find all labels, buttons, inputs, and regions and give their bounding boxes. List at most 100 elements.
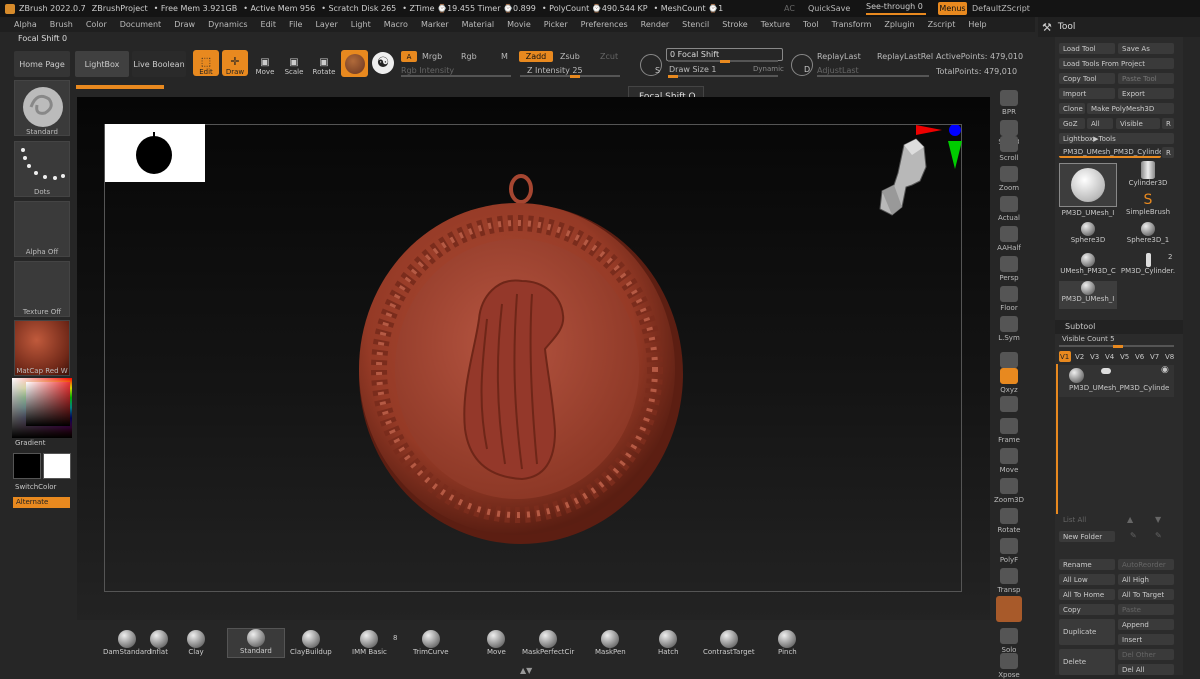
menu-brush[interactable]: Brush <box>50 20 73 29</box>
subtool-item[interactable]: ◉ PM3D_UMesh_PM3D_Cylinde <box>1059 365 1174 397</box>
rotate-mode-button[interactable]: ▣ Rotate <box>311 50 337 76</box>
r-button[interactable]: R <box>1162 118 1174 129</box>
version-v6[interactable]: V6 <box>1134 351 1146 362</box>
brush-clay[interactable]: Clay <box>187 630 205 656</box>
delete-button[interactable]: Delete <box>1059 649 1115 675</box>
menu-stroke[interactable]: Stroke <box>722 20 748 29</box>
brush-hatch[interactable]: Hatch <box>658 630 679 656</box>
shelf-bpr[interactable]: BPR <box>994 82 1024 116</box>
arrow-down-icon[interactable]: ▼ <box>1155 515 1161 524</box>
canvas-viewport[interactable] <box>77 97 990 620</box>
secondary-color-swatch[interactable] <box>43 453 71 479</box>
draw-size-slider[interactable]: Draw Size 1 <box>669 65 717 74</box>
brush-contrasttarget[interactable]: ContrastTarget <box>703 630 755 656</box>
shelf-zoom3d[interactable]: Zoom3D <box>994 470 1024 504</box>
quicksave-button[interactable]: QuickSave <box>808 4 850 13</box>
brush-imm-basic[interactable]: IMM Basic <box>352 630 387 656</box>
alternate-button[interactable]: Alternate <box>13 497 70 508</box>
save-as-button[interactable]: Save As <box>1118 43 1174 54</box>
default-zscript-button[interactable]: DefaultZScript <box>972 4 1030 13</box>
menu-preferences[interactable]: Preferences <box>581 20 628 29</box>
shelf-ghost[interactable] <box>994 590 1024 624</box>
home-page-button[interactable]: Home Page <box>14 51 70 77</box>
paint-icon[interactable]: ✎ <box>1130 531 1137 540</box>
menu-edit[interactable]: Edit <box>261 20 277 29</box>
shelf-floor[interactable]: Floor <box>994 278 1024 312</box>
rgb-toggle[interactable]: Rgb <box>461 52 477 61</box>
tool-thumb-simplebrush[interactable]: S SimpleBrush <box>1119 192 1177 220</box>
load-tool-button[interactable]: Load Tool <box>1059 43 1115 54</box>
polypaint-toggle-icon[interactable] <box>1101 368 1111 374</box>
make-polymesh-button[interactable]: Make PolyMesh3D <box>1087 103 1174 114</box>
navigator-thumbnail[interactable] <box>105 124 205 182</box>
zsub-toggle[interactable]: Zsub <box>560 52 580 61</box>
version-v1[interactable]: V1 <box>1059 351 1071 362</box>
zadd-toggle[interactable]: Zadd <box>519 51 553 62</box>
menu-tool[interactable]: Tool <box>803 20 819 29</box>
scale-mode-button[interactable]: ▣ Scale <box>281 50 307 76</box>
s-space-icon[interactable]: S <box>640 54 662 76</box>
shelf-scroll[interactable]: Scroll <box>994 128 1024 162</box>
menu-zscript[interactable]: Zscript <box>928 20 956 29</box>
pendant-model[interactable] <box>357 169 687 549</box>
menu-material[interactable]: Material <box>462 20 495 29</box>
d-space-icon[interactable]: D <box>791 54 813 76</box>
all-to-home-button[interactable]: All To Home <box>1059 589 1115 600</box>
list-all-button[interactable]: List All <box>1063 516 1086 524</box>
color-picker[interactable] <box>12 378 72 438</box>
version-v5[interactable]: V5 <box>1119 351 1131 362</box>
tool-thumb-umesh[interactable]: UMesh_PM3D_C <box>1059 253 1117 281</box>
live-boolean-button[interactable]: Live Boolean <box>132 51 186 77</box>
tool-thumb-current[interactable] <box>1059 163 1117 207</box>
insert-button[interactable]: Insert <box>1118 634 1174 645</box>
menu-draw[interactable]: Draw <box>174 20 195 29</box>
tool-thumb-sphere[interactable]: Sphere3D <box>1059 222 1117 250</box>
new-folder-button[interactable]: New Folder <box>1059 531 1115 542</box>
brush-damstandard[interactable]: DamStandard <box>103 630 151 656</box>
paste-tool-button[interactable]: Paste Tool <box>1118 73 1174 84</box>
brush-inflat[interactable]: Inflat <box>150 630 168 656</box>
del-all-button[interactable]: Del All <box>1118 664 1174 675</box>
paste-button[interactable]: Paste <box>1118 604 1174 615</box>
shelf-move-hand[interactable]: Move <box>994 440 1024 474</box>
subtool-scrollbar[interactable] <box>1056 364 1058 514</box>
shelf-zoom[interactable]: Zoom <box>994 158 1024 192</box>
brush-pinch[interactable]: Pinch <box>778 630 797 656</box>
append-button[interactable]: Append <box>1118 619 1174 630</box>
replay-last-button[interactable]: ReplayLast <box>817 52 861 61</box>
rgb-intensity-slider[interactable]: Rgb Intensity <box>401 66 454 75</box>
edit-mode-button[interactable]: ⬚ Edit <box>193 50 219 76</box>
menu-dynamics[interactable]: Dynamics <box>208 20 247 29</box>
visible-button[interactable]: Visible <box>1116 118 1160 129</box>
menu-zplugin[interactable]: Zplugin <box>884 20 914 29</box>
shelf-aahalf[interactable]: AAHalf <box>994 218 1024 252</box>
main-color-swatch[interactable] <box>13 453 41 479</box>
brush-standard[interactable]: Standard <box>227 628 285 658</box>
version-v4[interactable]: V4 <box>1104 351 1116 362</box>
see-through-slider[interactable]: See-through 0 <box>866 2 932 15</box>
goz-button[interactable]: GoZ <box>1059 118 1085 129</box>
subtool-header[interactable]: Subtool <box>1055 320 1183 334</box>
menu-help[interactable]: Help <box>968 20 986 29</box>
arrow-up-icon[interactable]: ▲ <box>1127 515 1133 524</box>
shelf-polyf[interactable]: PolyF <box>994 530 1024 564</box>
move-mode-button[interactable]: ▣ Move <box>252 50 278 76</box>
tool-r-button[interactable]: R <box>1162 147 1174 158</box>
menu-light[interactable]: Light <box>351 20 371 29</box>
lightbox-tools-button[interactable]: Lightbox▶Tools <box>1059 133 1174 144</box>
brush-trimcurve[interactable]: TrimCurve <box>413 630 449 656</box>
shelf-transp[interactable]: Transp <box>994 560 1024 594</box>
menu-file[interactable]: File <box>289 20 302 29</box>
shelf-rotate-axis[interactable] <box>994 380 1024 414</box>
duplicate-button[interactable]: Duplicate <box>1059 619 1115 645</box>
load-tools-from-project-button[interactable]: Load Tools From Project <box>1059 58 1174 69</box>
tool-palette-header[interactable]: ⚒ Tool <box>1038 17 1200 37</box>
menu-transform[interactable]: Transform <box>832 20 872 29</box>
del-other-button[interactable]: Del Other <box>1118 649 1174 660</box>
shelf-actual[interactable]: Actual <box>994 188 1024 222</box>
auto-reorder-button[interactable]: AutoReorder <box>1118 559 1174 570</box>
brush-maskpen[interactable]: MaskPen <box>595 630 626 656</box>
menu-picker[interactable]: Picker <box>544 20 568 29</box>
brush-move[interactable]: Move <box>487 630 506 656</box>
all-to-target-button[interactable]: All To Target <box>1118 589 1174 600</box>
